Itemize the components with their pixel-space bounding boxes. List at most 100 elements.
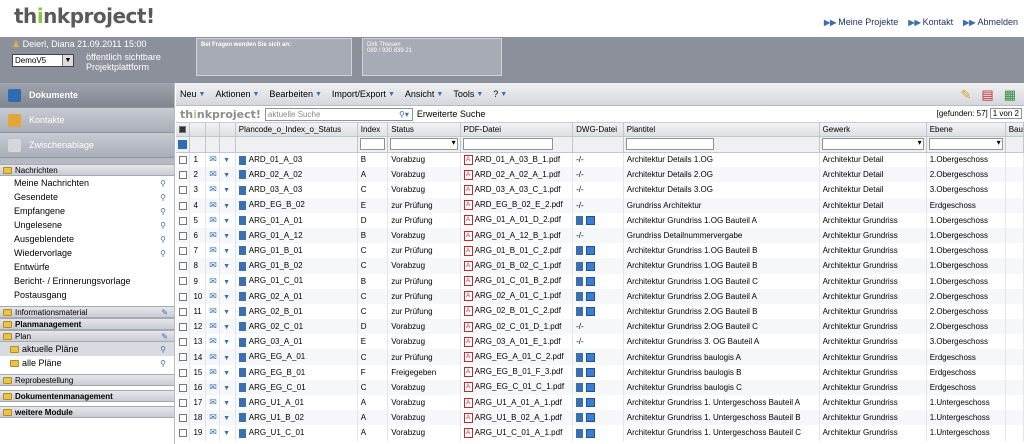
chevron-down-icon[interactable]: ▼	[223, 203, 230, 210]
chevron-down-icon[interactable]: ▼	[223, 157, 230, 164]
meine-projekte-link[interactable]: ▶▶ Meine Projekte	[824, 17, 898, 27]
pdf-cell[interactable]: A ARG_02_A_01_C_1.pdf	[460, 288, 574, 304]
plancode-cell[interactable]: ARG_U1_A_01	[235, 395, 358, 411]
dwg-view-icon[interactable]	[586, 352, 596, 362]
envelope-icon[interactable]: ✉	[209, 184, 217, 194]
envelope-icon[interactable]: ✉	[209, 367, 217, 377]
plancode-cell[interactable]: ARD_01_A_03	[235, 152, 358, 168]
pdf-cell[interactable]: A ARD_03_A_03_C_1.pdf	[460, 182, 574, 198]
table-row[interactable]: 12 ✉ ▼ ARG_02_C_01 D Vorabzug A ARG_02_C_01_D_1…	[176, 319, 1024, 335]
table-row[interactable]: 13 ✉ ▼ ARG_03_A_01 E Vorabzug A ARG_03_A_01_E_1…	[176, 334, 1024, 350]
column-plantitel[interactable]: Plantitel	[623, 123, 820, 137]
table-row[interactable]: 18 ✉ ▼ ARG_U1_B_02 A Vorabzug A ARG_U1_B_02_A_1…	[176, 410, 1024, 426]
column-plancode[interactable]: Plancode_o_Index_o_Status	[235, 123, 358, 137]
plancode-cell[interactable]: ARG_EG_A_01	[235, 349, 358, 365]
row-checkbox[interactable]	[179, 247, 187, 256]
pdf-cell[interactable]: A ARG_01_C_01_B_2.pdf	[460, 273, 574, 289]
table-row[interactable]: 7 ✉ ▼ ARG_01_B_01 Czur Prüfung A ARG_01_B_01_C…	[176, 243, 1024, 259]
chevron-down-icon[interactable]: ▼	[223, 415, 230, 422]
dwg-view-icon[interactable]	[586, 307, 596, 317]
plancode-cell[interactable]: ARD_EG_B_02	[235, 197, 358, 213]
nav-kontakte[interactable]: Kontakte	[0, 108, 174, 133]
envelope-icon[interactable]: ✉	[209, 427, 217, 437]
column-gewerk[interactable]: Gewerk	[819, 123, 927, 137]
row-checkbox[interactable]	[179, 338, 187, 347]
column-bau[interactable]: Bau	[1005, 123, 1024, 137]
section-reprobestellung[interactable]: Reprobestellung	[0, 374, 174, 386]
nachrichten-item[interactable]: Postausgang	[0, 288, 174, 302]
row-checkbox[interactable]	[179, 307, 187, 316]
plancode-cell[interactable]: ARG_U1_B_02	[235, 410, 358, 426]
search-icon[interactable]: ⚲▾	[399, 109, 409, 120]
envelope-icon[interactable]: ✉	[209, 215, 217, 225]
table-row[interactable]: 17 ✉ ▼ ARG_U1_A_01 A Vorabzug A ARG_U1_A_01_A_1…	[176, 395, 1024, 411]
dwg-view-icon[interactable]	[586, 383, 596, 393]
nachrichten-item[interactable]: Wiedervorlage ⚲	[0, 246, 174, 260]
dwg-view-icon[interactable]	[586, 428, 596, 438]
edit-icon[interactable]: ✎	[161, 332, 168, 341]
plancode-cell[interactable]: ARD_02_A_02	[235, 167, 358, 183]
plancode-cell[interactable]: ARG_01_A_12	[235, 227, 358, 244]
table-row[interactable]: 15 ✉ ▼ ARG_EG_B_01 F Freigegeben A ARG_EG_B_01_…	[176, 364, 1024, 380]
envelope-icon[interactable]: ✉	[209, 412, 217, 422]
row-checkbox[interactable]	[179, 216, 187, 225]
envelope-icon[interactable]: ✉	[209, 291, 217, 301]
nav-dokumente[interactable]: Dokumente	[0, 83, 174, 108]
plancode-cell[interactable]: ARG_02_A_01	[235, 288, 358, 304]
envelope-icon[interactable]: ✉	[209, 321, 217, 331]
filter-toggle-icon[interactable]	[178, 139, 187, 149]
menu-help[interactable]: ? ▼	[493, 89, 507, 99]
status-filter-select[interactable]	[390, 138, 458, 150]
chevron-down-icon[interactable]: ▼	[223, 339, 230, 346]
menu-aktionen[interactable]: Aktionen ▼	[215, 89, 259, 99]
table-row[interactable]: 4 ✉ ▼ ARD_EG_B_02 Ezur Prüfung A ARD_EG_B_02_E…	[176, 197, 1024, 213]
chevron-down-icon[interactable]: ▼	[223, 233, 230, 240]
plancode-cell[interactable]: ARG_03_A_01	[235, 334, 358, 350]
row-checkbox[interactable]	[179, 429, 187, 438]
plancode-cell[interactable]: ARG_01_A_01	[235, 212, 358, 228]
pdf-cell[interactable]: A ARG_U1_A_01_A_1.pdf	[460, 395, 574, 411]
pdf-cell[interactable]: A ARG_01_A_12_B_1.pdf	[460, 227, 574, 244]
envelope-icon[interactable]: ✉	[209, 336, 217, 346]
dwg-file-icon[interactable]	[576, 291, 584, 301]
pdf-cell[interactable]: A ARG_U1_B_02_A_1.pdf	[460, 410, 574, 426]
chevron-down-icon[interactable]: ▼	[223, 294, 230, 301]
plancode-cell[interactable]: ARG_01_B_01	[235, 243, 358, 259]
nachrichten-item[interactable]: Meine Nachrichten ⚲	[0, 176, 174, 190]
plancode-cell[interactable]: ARG_02_C_01	[235, 319, 358, 335]
section-nachrichten[interactable]: Nachrichten	[0, 164, 174, 176]
dwg-view-icon[interactable]	[586, 246, 596, 256]
plancode-cell[interactable]: ARG_EG_B_01	[235, 364, 358, 380]
table-row[interactable]: 11 ✉ ▼ ARG_02_B_01 Czur Prüfung A ARG_02_B_01_…	[176, 303, 1024, 320]
nachrichten-item[interactable]: Ausgeblendete ⚲	[0, 232, 174, 246]
chevron-down-icon[interactable]: ▼	[223, 355, 230, 362]
plancode-cell[interactable]: ARD_03_A_03	[235, 182, 358, 198]
row-checkbox[interactable]	[179, 323, 187, 332]
row-checkbox[interactable]	[179, 156, 187, 165]
chevron-down-icon[interactable]: ▼	[223, 279, 230, 286]
row-checkbox[interactable]	[179, 414, 187, 423]
column-index[interactable]: Index	[357, 123, 389, 137]
chevron-down-icon[interactable]: ▼	[223, 187, 230, 194]
table-row[interactable]: 1 ✉ ▼ ARD_01_A_03 B Vorabzug A ARD_01_A_03_B_1.…	[176, 152, 1024, 168]
pdf-cell[interactable]: A ARG_01_B_01_C_2.pdf	[460, 243, 574, 259]
row-checkbox[interactable]	[179, 353, 187, 362]
envelope-icon[interactable]: ✉	[209, 352, 217, 362]
table-row[interactable]: 5 ✉ ▼ ARG_01_A_01 Dzur Prüfung A ARG_01_A_01_D…	[176, 212, 1024, 228]
chevron-down-icon[interactable]: ▼	[223, 218, 230, 225]
dwg-file-icon[interactable]	[576, 216, 584, 226]
pdf-cell[interactable]: A ARG_EG_B_01_F_3.pdf	[460, 364, 574, 380]
dwg-file-icon[interactable]	[576, 307, 584, 317]
dwg-file-icon[interactable]	[576, 398, 584, 408]
menu-neu[interactable]: Neu ▼	[180, 89, 205, 99]
dwg-file-icon[interactable]	[576, 276, 584, 286]
menu-tools[interactable]: Tools ▼	[453, 89, 483, 99]
pdf-cell[interactable]: A ARG_03_A_01_E_1.pdf	[460, 334, 574, 350]
menu-ansicht[interactable]: Ansicht ▼	[405, 89, 443, 99]
dwg-file-icon[interactable]	[576, 383, 584, 393]
menu-bearbeiten[interactable]: Bearbeiten ▼	[269, 89, 321, 99]
row-checkbox[interactable]	[179, 171, 187, 180]
envelope-icon[interactable]: ✉	[209, 276, 217, 286]
section-plan[interactable]: Plan ✎	[0, 330, 174, 342]
pdf-filter-input[interactable]	[462, 138, 553, 150]
